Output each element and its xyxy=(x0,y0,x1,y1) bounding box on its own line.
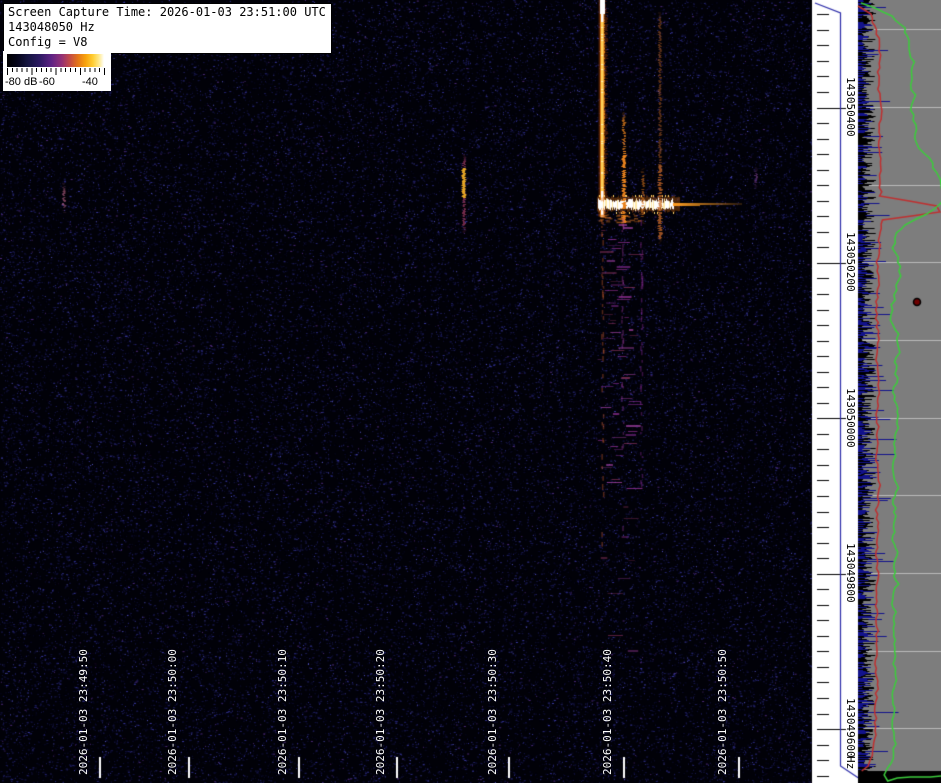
colorbar-label-max: -40 xyxy=(82,76,98,88)
capture-info-box: Screen Capture Time: 2026-01-03 23:51:00… xyxy=(3,3,332,54)
db-colorbar: -80 dB -60 -40 xyxy=(3,51,111,91)
center-frequency-line: 143048050 Hz xyxy=(8,20,95,34)
colorbar-gradient xyxy=(7,54,108,67)
spectrogram-display-canvas xyxy=(0,0,941,783)
colorbar-label-min: -80 dB xyxy=(5,76,38,88)
freq-axis-label: 143050000 xyxy=(844,388,857,448)
time-axis-label: 2026-01-03 23:50:50 xyxy=(716,649,729,775)
colorbar-label-mid: -60 xyxy=(39,76,55,88)
spectrogram-app: Screen Capture Time: 2026-01-03 23:51:00… xyxy=(0,0,941,783)
freq-axis-unit: Hz xyxy=(844,756,857,770)
time-axis-label: 2026-01-03 23:50:40 xyxy=(601,649,614,775)
freq-axis-label: 143049600 xyxy=(844,698,857,758)
config-line: Config = V8 xyxy=(8,35,88,49)
time-axis-label: 2026-01-03 23:49:50 xyxy=(77,649,90,775)
capture-time-line: Screen Capture Time: 2026-01-03 23:51:00… xyxy=(8,5,326,19)
time-axis-label: 2026-01-03 23:50:30 xyxy=(486,649,499,775)
time-axis-label: 2026-01-03 23:50:10 xyxy=(276,649,289,775)
time-axis-label: 2026-01-03 23:50:20 xyxy=(374,649,387,775)
freq-axis-label: 143050200 xyxy=(844,232,857,292)
freq-axis-label: 143050400 xyxy=(844,77,857,137)
freq-axis-label: 143049800 xyxy=(844,543,857,603)
colorbar-ticks xyxy=(7,68,109,75)
time-axis-label: 2026-01-03 23:50:00 xyxy=(166,649,179,775)
